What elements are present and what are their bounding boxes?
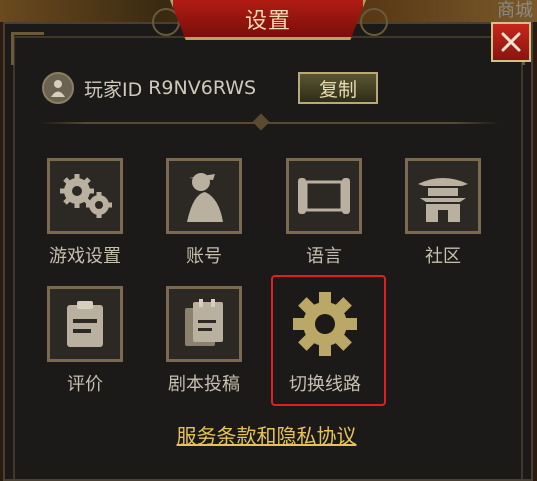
account-icon (187, 173, 223, 222)
documents-icon (185, 299, 223, 346)
gears-icon (60, 174, 112, 218)
tile-game-settings[interactable]: 游戏设置 (44, 158, 126, 268)
page-title: 设置 (244, 8, 291, 34)
tile-icon-box (166, 158, 242, 234)
clipboard-icon (67, 301, 103, 347)
tile-icon-box (47, 286, 123, 362)
tile-icon-box (47, 158, 123, 234)
shop-label[interactable]: 商城 (497, 0, 533, 22)
tile-label: 账号 (186, 246, 222, 267)
tile-rating[interactable]: 评价 (44, 286, 126, 396)
scroll-icon (298, 178, 350, 214)
player-info: 玩家ID R9NV6RWS (42, 70, 256, 106)
tile-label: 游戏设置 (49, 246, 121, 267)
person-icon (51, 80, 65, 97)
tile-label: 社区 (425, 246, 461, 267)
terms-link[interactable]: 服务条款和隐私协议 (0, 420, 533, 449)
tile-label: 评价 (67, 374, 103, 395)
player-id-label: 玩家ID (84, 78, 143, 101)
tile-language[interactable]: 语言 (283, 158, 365, 268)
avatar (42, 72, 74, 104)
tile-label: 语言 (306, 246, 342, 267)
player-id-value: R9NV6RWS (148, 77, 257, 99)
tile-community[interactable]: 社区 (402, 158, 484, 268)
title-banner: 设置 (170, 0, 366, 40)
banner-ornament-right (360, 8, 388, 36)
tile-icon-box (405, 158, 481, 234)
divider (40, 122, 500, 124)
pagoda-icon (418, 178, 468, 222)
close-button[interactable] (491, 22, 531, 62)
tile-icon-box (166, 286, 242, 362)
copy-button[interactable]: 复制 (298, 72, 378, 104)
selection-highlight (271, 275, 386, 406)
tile-account[interactable]: 账号 (163, 158, 245, 268)
close-icon (501, 32, 521, 52)
corner-ornament (11, 32, 44, 65)
tile-script-submission[interactable]: 剧本投稿 (163, 286, 245, 396)
tile-icon-box (286, 158, 362, 234)
tile-label: 剧本投稿 (168, 374, 240, 395)
